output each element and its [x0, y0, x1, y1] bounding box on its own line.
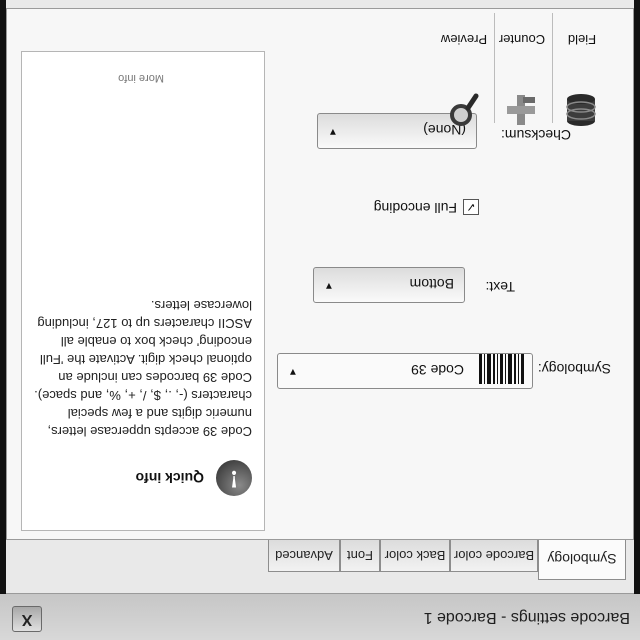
close-button[interactable]: X [12, 606, 42, 632]
tab-symbology[interactable]: Symbology [538, 540, 626, 580]
title-bar: Barcode settings - Barcode 1 X [0, 593, 640, 640]
more-info-link[interactable]: More info [118, 72, 164, 84]
tab-bar: Symbology Barcode color Back color Font … [6, 540, 634, 582]
chevron-down-icon: ▼ [328, 126, 338, 137]
close-icon: X [21, 611, 33, 628]
text-position-select[interactable]: Bottom ▼ [313, 267, 465, 303]
counter-tool[interactable]: Counter [497, 17, 547, 127]
symbology-value: Code 39 [411, 362, 464, 378]
tab-barcode-color[interactable]: Barcode color [450, 540, 538, 572]
tab-advanced-label: Advanced [275, 548, 333, 563]
tab-font-label: Font [347, 548, 374, 563]
quick-info-text: Code 39 accepts uppercase letters, numer… [34, 298, 252, 439]
database-icon [566, 94, 596, 126]
text-label: Text: [485, 279, 515, 295]
quick-info-panel: ! Quick info Code 39 accepts uppercase l… [21, 51, 265, 531]
symbology-select[interactable]: Code 39 ▼ [277, 353, 533, 389]
full-encoding-label: Full encoding [373, 200, 457, 216]
field-tool[interactable]: Field [557, 17, 607, 127]
tab-symbology-label: Symbology [547, 551, 617, 568]
tool-divider [494, 13, 495, 123]
field-label: Field [567, 32, 597, 47]
preview-tool[interactable]: Preview [439, 17, 489, 127]
tab-advanced[interactable]: Advanced [268, 540, 340, 572]
full-encoding-checkbox[interactable]: ✓ [463, 199, 479, 215]
info-icon: ! [216, 460, 252, 496]
chevron-down-icon: ▼ [288, 366, 298, 377]
checksum-label: Checksum: [500, 127, 571, 143]
tab-font[interactable]: Font [340, 540, 380, 572]
tab-back-color[interactable]: Back color [380, 540, 450, 572]
dialog-window: Barcode settings - Barcode 1 X Symbology… [0, 0, 640, 640]
barcode-icon [479, 354, 524, 384]
chevron-down-icon: ▼ [324, 280, 334, 291]
magnifier-icon [450, 93, 479, 126]
text-position-value: Bottom [409, 276, 454, 292]
symbology-label: Symbology: [537, 361, 611, 377]
window-border-left [634, 0, 640, 594]
counter-icon [507, 95, 535, 125]
tab-back-color-label: Back color [384, 548, 446, 563]
tool-divider [552, 13, 553, 123]
tab-barcode-color-label: Barcode color [453, 548, 535, 563]
counter-label: Counter [498, 32, 546, 47]
window-title: Barcode settings - Barcode 1 [423, 609, 630, 626]
preview-label: Preview [440, 32, 488, 47]
symbology-panel: Symbology: Code 39 ▼ Text: Bottom ▼ ✓ Fu… [6, 8, 634, 540]
quick-info-title: Quick info [135, 470, 204, 486]
